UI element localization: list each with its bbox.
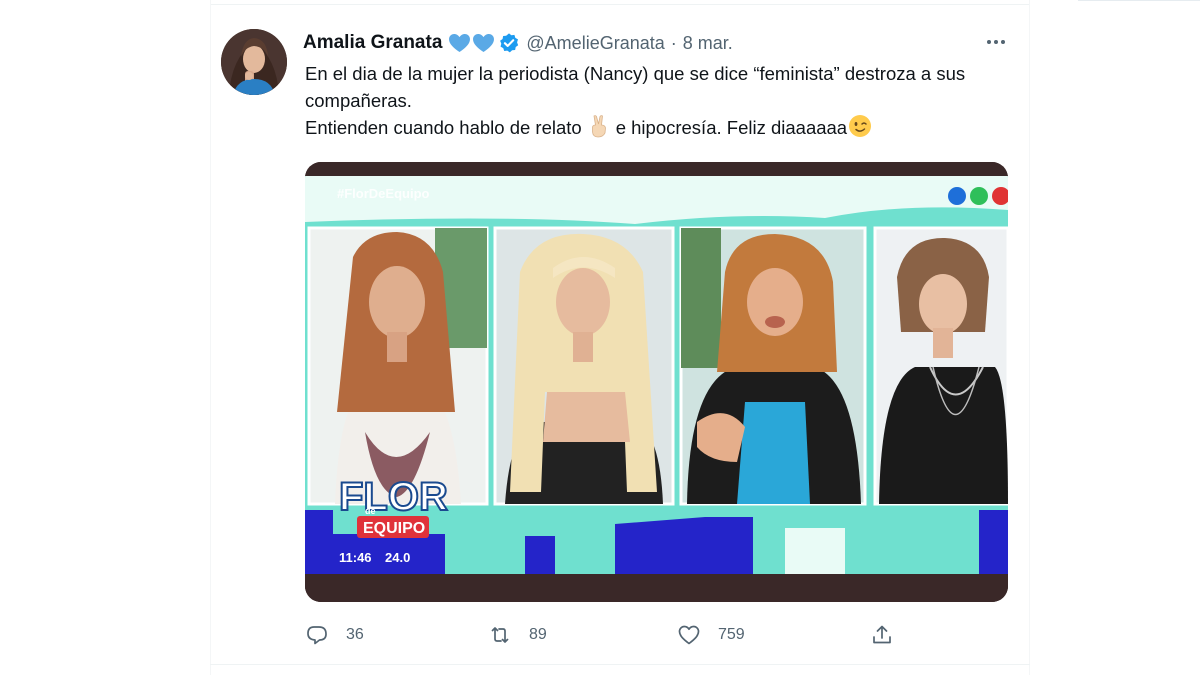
- reply-button[interactable]: 36: [305, 621, 364, 649]
- retweet-button[interactable]: 89: [488, 621, 547, 649]
- reply-count: 36: [346, 626, 364, 643]
- tweet-date[interactable]: 8 mar.: [683, 33, 733, 54]
- victory-hand-icon: [588, 114, 610, 146]
- panel-1: [307, 226, 489, 506]
- blue-heart-icon: [449, 33, 471, 53]
- retweet-count: 89: [529, 626, 547, 643]
- tweet-media-video[interactable]: #FlorDeEquipo FLOR de EQUIPO 11:46 24.0: [305, 162, 1008, 602]
- tweet-text-line-2a: Entienden cuando hablo de relato: [305, 117, 582, 138]
- separator-dot: ·: [670, 32, 677, 53]
- retweet-icon: [491, 627, 509, 643]
- avatar[interactable]: [221, 29, 287, 95]
- share-button[interactable]: [870, 621, 894, 649]
- tweet-header: Amalia Granata @AmelieGranata · 8 mar.: [303, 31, 733, 55]
- verified-badge-icon: [500, 33, 519, 53]
- tweet-actions: 36 89 759: [305, 621, 905, 649]
- logo-flor: FLOR: [339, 475, 448, 519]
- blue-heart-icon: [473, 33, 495, 53]
- tweet-text-line-2: Entienden cuando hablo de relato e hipoc…: [305, 114, 1005, 146]
- timeline-border-right: [1029, 0, 1030, 675]
- like-count: 759: [718, 626, 745, 643]
- panel-3: [679, 226, 867, 506]
- panel-2: [493, 226, 675, 506]
- like-button[interactable]: 759: [677, 621, 745, 649]
- tweet-text-line-2b: e hipocresía. Feliz diaaaaaa: [615, 117, 848, 138]
- hearts: [448, 33, 495, 53]
- logo-equipo: EQUIPO: [363, 520, 425, 537]
- timeline-divider-top: [210, 4, 1030, 5]
- share-icon: [873, 625, 891, 644]
- winking-face-icon: [848, 114, 872, 146]
- author-handle[interactable]: @AmelieGranata: [526, 33, 664, 54]
- panel-4: [873, 226, 1008, 506]
- temperature: 24.0: [385, 550, 410, 565]
- author-name[interactable]: Amalia Granata: [303, 32, 442, 54]
- logo-de: de: [365, 506, 376, 516]
- timeline-divider-bottom: [210, 664, 1030, 665]
- reply-icon: [307, 626, 327, 645]
- side-divider: [1078, 0, 1200, 1]
- hashtag-overlay: #FlorDeEquipo: [337, 186, 430, 201]
- tweet-text: En el dia de la mujer la periodista (Nan…: [305, 61, 1005, 146]
- more-options-icon[interactable]: [983, 33, 1009, 51]
- tweet-text-line-1: En el dia de la mujer la periodista (Nan…: [305, 63, 966, 111]
- like-icon: [678, 625, 700, 645]
- timeline-border-left: [210, 0, 211, 675]
- clock: 11:46: [339, 550, 372, 565]
